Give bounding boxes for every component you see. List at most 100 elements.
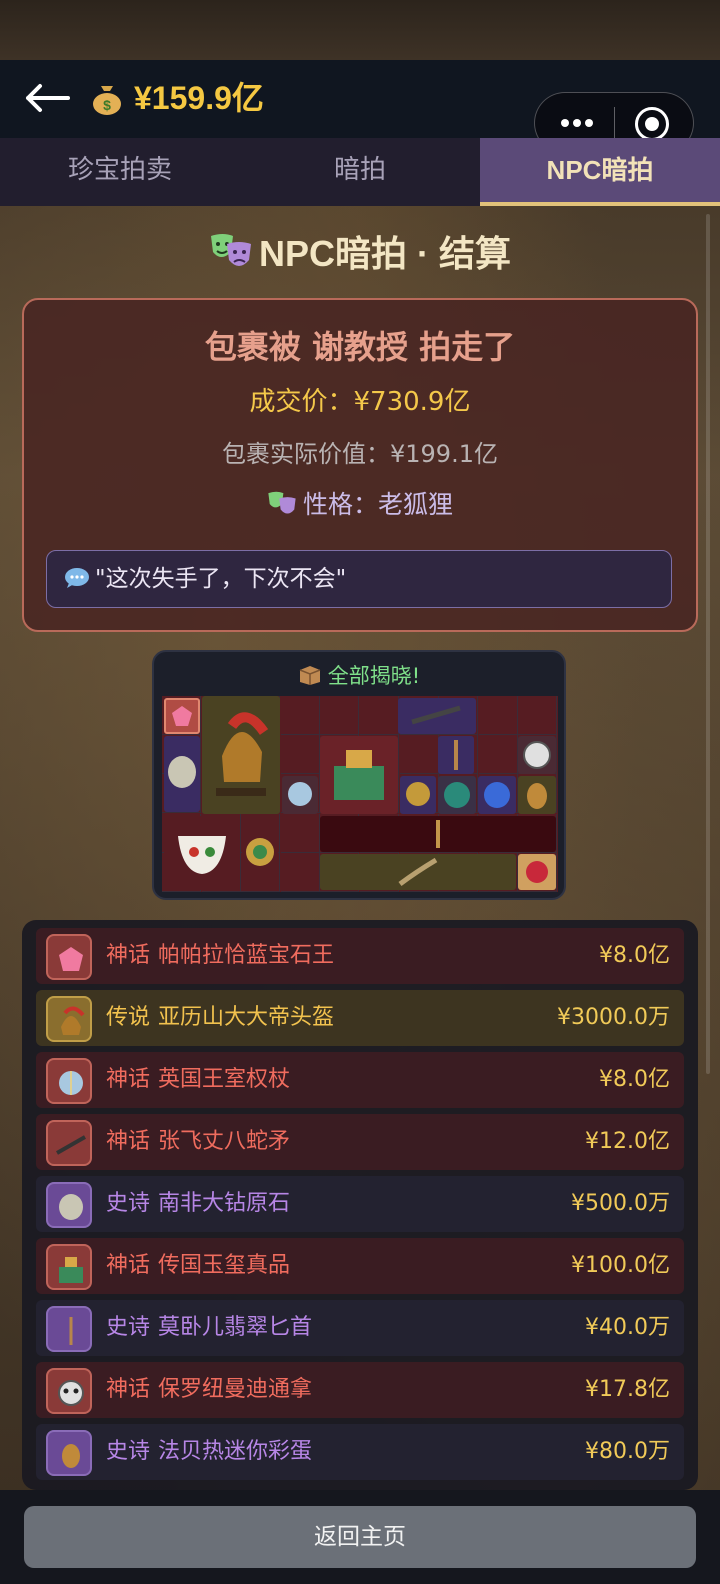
page-title-text: NPC暗拍 · 结算: [258, 233, 511, 274]
tab-blind-auction[interactable]: 暗拍: [240, 138, 480, 206]
item-title: 保罗纽曼迪通拿: [158, 1377, 313, 1402]
dagger-icon: [46, 1306, 92, 1352]
package-icon: [298, 663, 322, 685]
item-price: ¥17.8亿: [585, 1377, 670, 1402]
item-name: 史诗 莫卧儿翡翠匕首: [106, 1300, 312, 1356]
grid-cell: [478, 735, 518, 775]
item-name: 传说 亚历山大大帝头盔: [106, 990, 334, 1046]
grid-cell: [280, 813, 320, 853]
item-rarity: 史诗: [106, 1191, 151, 1216]
item-price: ¥40.0万: [585, 1315, 670, 1340]
grid-cell: [360, 696, 399, 735]
grid-item-sword[interactable]: [320, 816, 556, 852]
item-price: ¥80.0万: [585, 1439, 670, 1464]
item-rarity: 史诗: [106, 1439, 151, 1464]
grid-cell: [280, 735, 320, 775]
target-circle-icon[interactable]: [635, 107, 669, 141]
item-price: ¥12.0亿: [585, 1129, 670, 1154]
tab-npc-blind-auction[interactable]: NPC暗拍: [480, 138, 720, 206]
grid-item-egg[interactable]: [518, 776, 556, 814]
winner-title: 包裹被 谢教授 拍走了: [204, 328, 516, 366]
item-title: 亚历山大大帝头盔: [158, 1005, 335, 1030]
grid-item-gold-urn[interactable]: [400, 776, 436, 814]
grid-item-helmet[interactable]: [202, 696, 280, 814]
grid-item-scepter[interactable]: [282, 776, 318, 814]
item-price: ¥100.0亿: [571, 1253, 670, 1278]
reveal-title-text: 全部揭晓!: [327, 664, 421, 688]
rough-diamond-icon: [46, 1182, 92, 1228]
top-bar: $ ¥159.9亿: [0, 60, 720, 154]
item-price: ¥8.0亿: [599, 943, 670, 968]
theater-masks-icon: [209, 232, 253, 272]
bottom-bar: 返回主页: [0, 1490, 720, 1584]
return-home-button[interactable]: 返回主页: [24, 1506, 696, 1568]
item-rarity: 神话: [106, 1067, 151, 1092]
grid-item-rough-diamond[interactable]: [164, 736, 200, 812]
item-price: ¥3000.0万: [557, 1005, 670, 1030]
list-item[interactable]: 传说 亚历山大大帝头盔 ¥3000.0万: [36, 990, 684, 1046]
speech-bubble-icon: [63, 554, 91, 588]
spear-icon: [46, 1120, 92, 1166]
scrollbar[interactable]: [706, 214, 710, 1074]
item-name: 史诗 南非大钻原石: [106, 1176, 290, 1232]
list-item[interactable]: 神话 英国王室权杖 ¥8.0亿: [36, 1052, 684, 1108]
item-name: 神话 张飞丈八蛇矛: [106, 1114, 290, 1170]
list-item[interactable]: 神话 张飞丈八蛇矛 ¥12.0亿: [36, 1114, 684, 1170]
item-title: 南非大钻原石: [158, 1191, 291, 1216]
balance-amount: ¥159.9亿: [134, 80, 264, 116]
theater-masks-icon: [267, 490, 297, 518]
list-item[interactable]: 神话 保罗纽曼迪通拿 ¥17.8亿: [36, 1362, 684, 1418]
list-item[interactable]: 神话 传国玉玺真品 ¥100.0亿: [36, 1238, 684, 1294]
actual-value: 包裹实际价值：¥199.1亿: [222, 440, 498, 468]
scepter-icon: [46, 1058, 92, 1104]
grid-item-dagger[interactable]: [438, 736, 474, 774]
item-name: 神话 帕帕拉恰蓝宝石王: [106, 928, 334, 984]
item-rarity: 传说: [106, 1005, 151, 1030]
item-rarity: 神话: [106, 1253, 151, 1278]
reveal-title: 全部揭晓!: [154, 660, 564, 692]
item-title: 张飞丈八蛇矛: [158, 1129, 291, 1154]
item-price: ¥500.0万: [571, 1191, 670, 1216]
grid-item-spear[interactable]: [398, 698, 476, 734]
list-item[interactable]: 史诗 南非大钻原石 ¥500.0万: [36, 1176, 684, 1232]
item-price: ¥8.0亿: [599, 1067, 670, 1092]
grid-item-rooster-cup[interactable]: [164, 816, 240, 890]
egg-icon: [46, 1430, 92, 1476]
list-item[interactable]: 史诗 莫卧儿翡翠匕首 ¥40.0万: [36, 1300, 684, 1356]
grid-item-jade-seal[interactable]: [320, 736, 398, 814]
npc-personality: 性格：老狐狸: [24, 486, 696, 524]
result-card: 包裹被 谢教授 拍走了 成交价：¥730.9亿 包裹实际价值：¥199.1亿 性…: [22, 298, 698, 632]
gem-icon: [46, 934, 92, 980]
item-rarity: 神话: [106, 1129, 151, 1154]
item-title: 传国玉玺真品: [158, 1253, 291, 1278]
item-grid: [162, 696, 558, 892]
grid-item-jade-disc[interactable]: [242, 816, 278, 890]
item-title: 法贝热迷你彩蛋: [158, 1439, 313, 1464]
grid-cell: [399, 735, 439, 775]
capsule-divider: [614, 107, 615, 141]
deal-price: 成交价：¥730.9亿: [249, 387, 471, 417]
grid-item-watch[interactable]: [518, 736, 556, 774]
arrow-left-icon[interactable]: [24, 82, 72, 114]
money-bag-icon: $: [90, 80, 124, 116]
item-list: 神话 帕帕拉恰蓝宝石王 ¥8.0亿 传说 亚历山大大帝头盔 ¥3000.0万 神话 英国王室权…: [22, 920, 698, 1490]
more-dots-icon[interactable]: [557, 107, 597, 139]
list-item[interactable]: 神话 帕帕拉恰蓝宝石王 ¥8.0亿: [36, 928, 684, 984]
tab-treasure-auction[interactable]: 珍宝拍卖: [0, 138, 240, 206]
jade-seal-icon: [46, 1244, 92, 1290]
grid-item-ruby[interactable]: [518, 854, 556, 890]
grid-item-curved-blade[interactable]: [320, 854, 516, 890]
grid-item-sapphire-brooch[interactable]: [478, 776, 516, 814]
item-rarity: 神话: [106, 1377, 151, 1402]
item-title: 帕帕拉恰蓝宝石王: [158, 943, 335, 968]
grid-item-gem[interactable]: [164, 698, 200, 734]
grid-item-emerald-brooch[interactable]: [438, 776, 476, 814]
page-title: NPC暗拍 · 结算: [0, 228, 720, 280]
personality-text: 性格：老狐狸: [302, 490, 453, 519]
list-item[interactable]: 史诗 法贝热迷你彩蛋 ¥80.0万: [36, 1424, 684, 1480]
npc-quote: "这次失手了，下次不会": [46, 550, 672, 608]
helmet-icon: [46, 996, 92, 1042]
grid-cell: [320, 696, 360, 735]
item-rarity: 史诗: [106, 1315, 151, 1340]
quote-text: "这次失手了，下次不会": [95, 566, 347, 592]
